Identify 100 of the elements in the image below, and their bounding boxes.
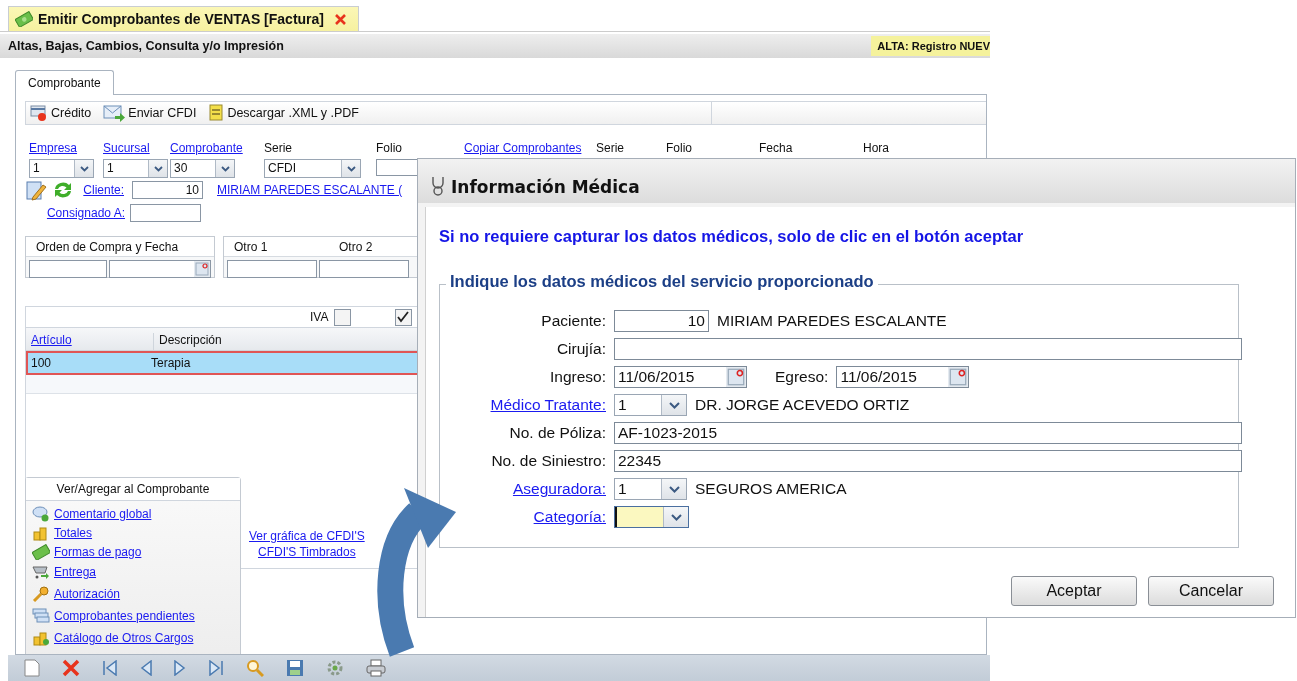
column-header[interactable]: Descripción [154, 333, 227, 350]
notice-text: Si no requiere capturar los datos médicos, solo de clic en el botón aceptar [439, 227, 1025, 246]
field-label: Cirujía: [556, 340, 606, 358]
customer-field[interactable]: 10 [132, 181, 203, 199]
input-field[interactable] [319, 260, 409, 278]
field-label: Fecha [759, 141, 794, 155]
new-document-icon[interactable] [24, 659, 40, 677]
chevron-icon [670, 513, 682, 521]
chart-link[interactable]: Ver gráfica de CFDI'S [249, 529, 365, 543]
calendar-icon[interactable] [727, 368, 745, 386]
panel-tab[interactable]: Comprobante [15, 70, 114, 95]
input-field[interactable] [29, 260, 107, 278]
combo-box[interactable]: 1 [103, 159, 168, 178]
combo-box[interactable]: 30 [170, 159, 235, 178]
speech-bubble-icon [32, 505, 50, 522]
text-field[interactable]: 22345 [614, 450, 1242, 472]
field-link[interactable]: Categoría: [533, 508, 606, 526]
pencil-note-icon[interactable] [25, 179, 47, 201]
coins-icon [32, 524, 50, 541]
table-cell-text: Terapia [150, 356, 191, 370]
combo-box[interactable]: 1 [29, 159, 94, 178]
group-title: Otro 1 [233, 239, 269, 254]
date-field[interactable]: 11/06/2015 [614, 366, 747, 388]
field-link[interactable]: Comprobante [170, 141, 264, 155]
field-link[interactable]: Copiar Comprobantes [464, 141, 596, 155]
section-title: Altas, Bajas, Cambios, Consulta y/o Impresión [8, 39, 284, 53]
consignee-link[interactable]: Consignado A: [25, 206, 125, 220]
chevron-icon [220, 165, 230, 172]
field-label: Paciente: [541, 312, 606, 330]
action-link[interactable]: Totales [54, 525, 93, 540]
print-icon[interactable] [366, 659, 386, 677]
field-label: Ingreso: [550, 368, 606, 386]
previous-icon[interactable] [140, 660, 152, 676]
stacked-cards-icon [32, 608, 50, 624]
chevron-icon [153, 165, 163, 172]
group-title: Indique los datos médicos del servicio proporcionado [446, 272, 878, 291]
close-icon[interactable] [335, 13, 346, 25]
selected-name: SEGUROS AMERICA [695, 480, 847, 498]
field-link[interactable]: Aseguradora: [512, 480, 606, 498]
card-icon [30, 104, 48, 122]
next-icon[interactable] [174, 660, 186, 676]
consignee-field[interactable] [130, 204, 201, 222]
input-field[interactable] [227, 260, 317, 278]
group-title: Otro 2 [338, 239, 374, 254]
toolbar-button[interactable]: Crédito [30, 104, 92, 122]
calendar-icon[interactable] [195, 262, 209, 276]
customer-link[interactable]: Cliente: [79, 183, 124, 197]
banknote-icon [32, 543, 50, 560]
last-record-icon[interactable] [208, 660, 224, 676]
combo-box[interactable]: 1 [614, 394, 687, 416]
toolbar-button[interactable]: Enviar CFDI [103, 104, 197, 122]
envelope-icon [103, 104, 126, 122]
chevron-icon [668, 401, 680, 409]
toolbar-button[interactable]: Descargar .XML y .PDF [208, 104, 359, 122]
selected-name: DR. JORGE ACEVEDO ORTIZ [695, 396, 910, 414]
patient-field[interactable]: 10 [614, 310, 709, 332]
search-icon[interactable] [246, 659, 264, 677]
save-icon[interactable] [286, 659, 304, 677]
column-header[interactable]: Artículo [26, 333, 154, 350]
date-field[interactable] [109, 260, 211, 278]
document-tab[interactable]: Emitir Comprobantes de VENTAS [Factura] [8, 6, 359, 31]
field-label: No. de Siniestro: [491, 452, 606, 470]
action-link[interactable]: Autorización [54, 587, 121, 601]
action-link[interactable]: Comprobantes pendientes [54, 609, 195, 623]
patient-name: MIRIAM PAREDES ESCALANTE [717, 312, 947, 330]
combo-box[interactable]: 1 [614, 478, 687, 500]
text-field[interactable] [614, 338, 1242, 360]
field-label: No. de Póliza: [509, 424, 606, 442]
table-cell-text: 100 [30, 356, 53, 370]
text-field[interactable]: AF-1023-2015 [614, 422, 1242, 444]
field-label: Serie [596, 141, 625, 155]
calendar-icon[interactable] [949, 368, 968, 386]
dialog-button[interactable]: Aceptar [1011, 576, 1137, 606]
field-label: Serie [264, 141, 293, 155]
action-link[interactable]: Catálogo de Otros Cargos [54, 631, 194, 645]
combo-box[interactable]: CFDI [264, 159, 361, 178]
checkbox[interactable] [395, 308, 413, 326]
field-label: Folio [666, 141, 693, 155]
delete-icon[interactable] [62, 659, 80, 677]
gear-icon[interactable] [326, 659, 344, 677]
status-label: ALTA: Registro NUEV [871, 36, 990, 56]
action-link[interactable]: Entrega [54, 565, 97, 579]
actions-title: Ver/Agregar al Comprobante [26, 478, 240, 501]
field-link[interactable]: Sucursal [103, 141, 170, 155]
field-link[interactable]: Médico Tratante: [490, 396, 606, 414]
dialog-button[interactable]: Cancelar [1148, 576, 1274, 606]
first-record-icon[interactable] [102, 660, 118, 676]
field-link[interactable]: Empresa [29, 141, 103, 155]
chart-link[interactable]: CFDI'S Timbrados [258, 545, 356, 559]
field-label: Egreso: [775, 368, 829, 386]
action-link[interactable]: Comentario global [54, 506, 152, 521]
document-icon [208, 104, 225, 122]
coins-icon [32, 630, 50, 646]
field-label: Hora [863, 141, 890, 155]
action-link[interactable]: Formas de pago [54, 544, 142, 559]
checkbox[interactable] [334, 308, 352, 326]
customer-name-link[interactable]: MIRIAM PAREDES ESCALANTE ( [217, 183, 403, 197]
combo-box[interactable] [614, 506, 689, 528]
banknote-icon [15, 11, 33, 27]
date-field[interactable]: 11/06/2015 [836, 366, 970, 388]
